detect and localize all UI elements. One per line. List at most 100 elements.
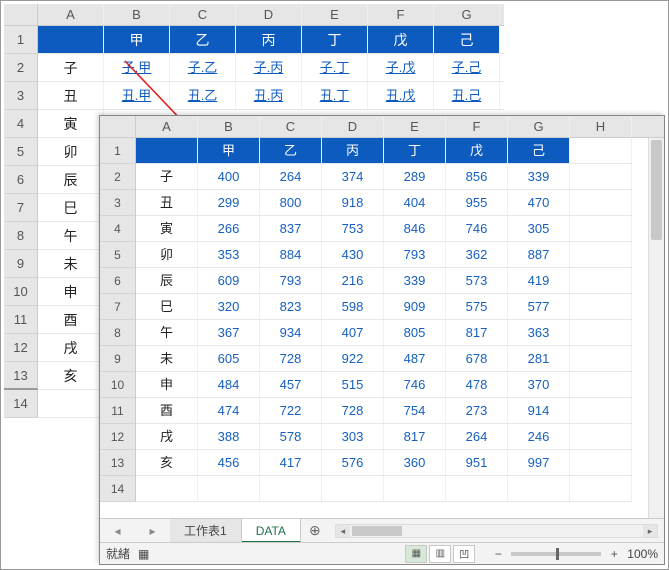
data-cell[interactable]: 846 [384,216,446,241]
data-cell[interactable]: 407 [322,320,384,345]
tab-data[interactable]: DATA [242,519,301,543]
data-cell[interactable]: 430 [322,242,384,267]
cell[interactable] [570,398,632,423]
hyperlink-cell[interactable]: 子.甲 [104,54,170,81]
data-cell[interactable]: 746 [384,372,446,397]
data-cell[interactable]: 918 [322,190,384,215]
row-label-cell[interactable]: 酉 [136,398,198,423]
row-label-cell[interactable]: 巳 [136,294,198,319]
data-cell[interactable]: 728 [260,346,322,371]
col-header[interactable]: F [368,4,434,25]
hyperlink-cell[interactable]: 丑.戊 [368,82,434,109]
data-cell[interactable]: 264 [260,164,322,189]
data-cell[interactable]: 997 [508,450,570,475]
data-cell[interactable]: 339 [384,268,446,293]
scroll-left-icon[interactable]: ◂ [336,525,350,537]
cell[interactable] [570,320,632,345]
data-cell[interactable]: 289 [384,164,446,189]
data-cell[interactable]: 914 [508,398,570,423]
data-cell[interactable]: 678 [446,346,508,371]
row-header[interactable]: 1 [4,26,38,54]
header-cell[interactable]: 丙 [236,26,302,53]
hyperlink-cell[interactable]: 子.乙 [170,54,236,81]
row-header[interactable]: 7 [4,194,38,222]
data-cell[interactable]: 266 [198,216,260,241]
row-header[interactable]: 12 [4,334,38,362]
data-cell[interactable]: 598 [322,294,384,319]
cell[interactable] [508,476,570,501]
col-header[interactable]: A [136,116,198,137]
data-cell[interactable]: 474 [198,398,260,423]
data-cell[interactable]: 457 [260,372,322,397]
row-label-cell[interactable]: 丑 [136,190,198,215]
data-cell[interactable]: 264 [446,424,508,449]
row-label-cell[interactable]: 辰 [38,166,104,193]
header-cell[interactable]: 丙 [322,138,384,163]
row-header[interactable]: 11 [4,306,38,334]
row-label-cell[interactable]: 酉 [38,306,104,333]
col-header[interactable]: E [302,4,368,25]
row-header[interactable]: 4 [100,216,136,242]
cell[interactable] [260,476,322,501]
header-cell[interactable]: 己 [508,138,570,163]
data-cell[interactable]: 299 [198,190,260,215]
col-header[interactable]: D [236,4,302,25]
data-cell[interactable]: 728 [322,398,384,423]
row-header[interactable]: 7 [100,294,136,320]
col-header[interactable]: E [384,116,446,137]
data-cell[interactable]: 578 [260,424,322,449]
row-label-cell[interactable]: 申 [136,372,198,397]
col-header[interactable]: G [434,4,500,25]
data-cell[interactable]: 887 [508,242,570,267]
row-label-cell[interactable]: 戌 [136,424,198,449]
data-cell[interactable]: 362 [446,242,508,267]
row-header[interactable]: 13 [100,450,136,476]
header-cell[interactable] [38,26,104,53]
header-cell[interactable]: 乙 [260,138,322,163]
data-cell[interactable]: 793 [384,242,446,267]
cell[interactable] [570,242,632,267]
data-cell[interactable]: 303 [322,424,384,449]
scroll-right-icon[interactable]: ▸ [643,525,657,537]
data-cell[interactable]: 417 [260,450,322,475]
col-header[interactable]: F [446,116,508,137]
zoom-in-button[interactable]: + [607,547,621,561]
row-header[interactable]: 5 [100,242,136,268]
select-all-corner[interactable] [4,4,38,25]
row-header[interactable]: 1 [100,138,136,164]
data-cell[interactable]: 281 [508,346,570,371]
row-label-cell[interactable]: 戌 [38,334,104,361]
data-cell[interactable]: 577 [508,294,570,319]
row-header[interactable]: 3 [100,190,136,216]
hyperlink-cell[interactable]: 丑.丙 [236,82,302,109]
row-header[interactable]: 2 [100,164,136,190]
row-header[interactable]: 14 [100,476,136,502]
cell[interactable] [570,346,632,371]
header-cell[interactable] [136,138,198,163]
row-header[interactable]: 5 [4,138,38,166]
header-cell[interactable]: 甲 [198,138,260,163]
cell[interactable] [446,476,508,501]
data-cell[interactable]: 273 [446,398,508,423]
col-header[interactable]: A [38,4,104,25]
data-cell[interactable]: 400 [198,164,260,189]
data-cell[interactable]: 609 [198,268,260,293]
cell[interactable] [570,450,632,475]
row-label-cell[interactable]: 午 [38,222,104,249]
row-label-cell[interactable]: 巳 [38,194,104,221]
data-cell[interactable]: 339 [508,164,570,189]
data-cell[interactable]: 353 [198,242,260,267]
hyperlink-cell[interactable]: 子.丙 [236,54,302,81]
data-cell[interactable]: 320 [198,294,260,319]
data-cell[interactable]: 573 [446,268,508,293]
data-cell[interactable]: 360 [384,450,446,475]
data-cell[interactable]: 884 [260,242,322,267]
row-header[interactable]: 4 [4,110,38,138]
col-header[interactable]: B [198,116,260,137]
row-label-cell[interactable]: 亥 [136,450,198,475]
row-header[interactable]: 9 [100,346,136,372]
data-cell[interactable]: 246 [508,424,570,449]
hyperlink-cell[interactable]: 子.丁 [302,54,368,81]
hyperlink-cell[interactable]: 丑.丁 [302,82,368,109]
data-cell[interactable]: 484 [198,372,260,397]
